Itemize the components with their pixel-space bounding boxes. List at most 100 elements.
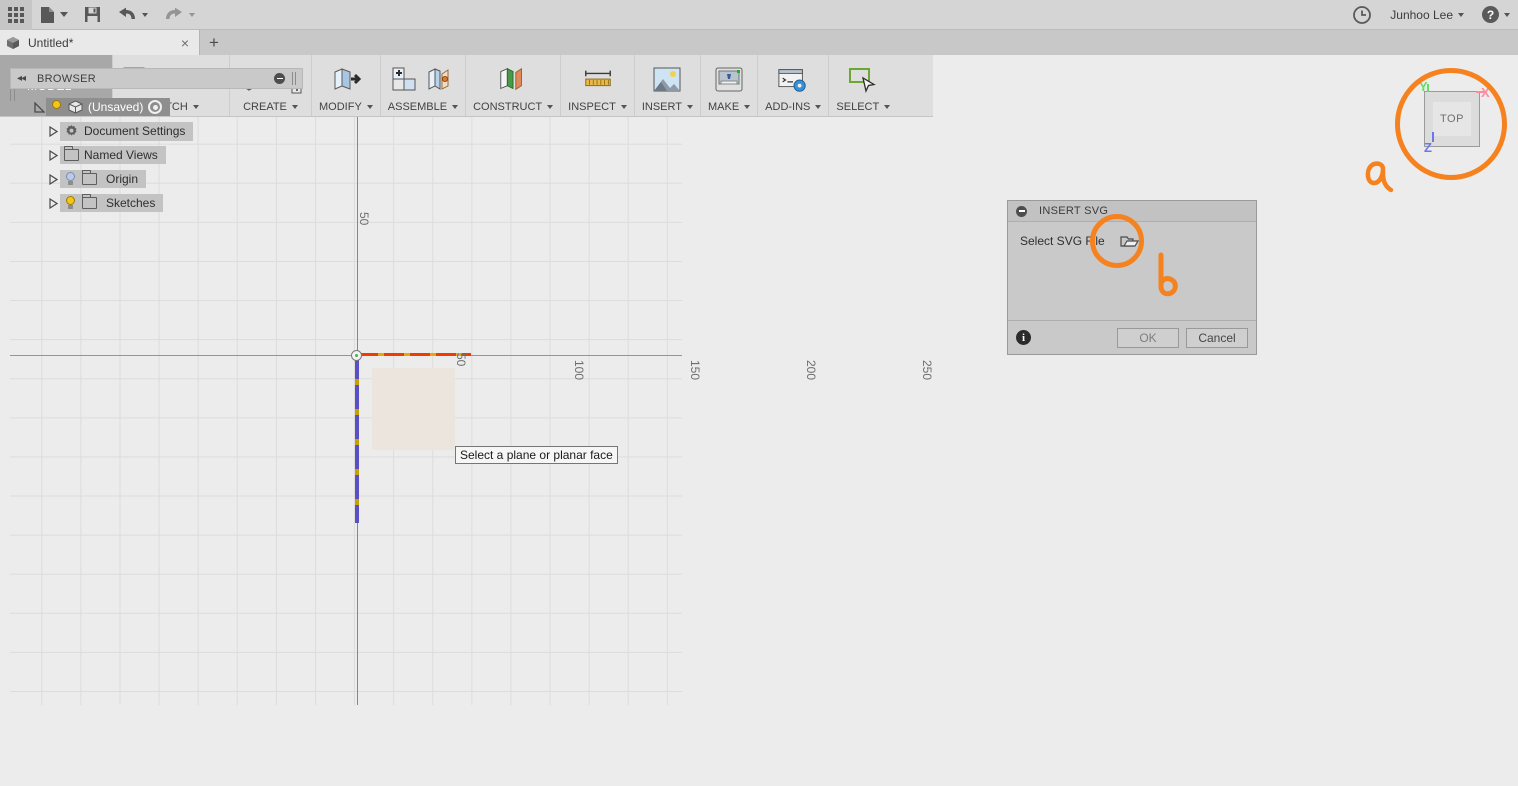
tree-row-named-views[interactable]: Named Views xyxy=(10,143,303,167)
ribbon-group-label-assemble[interactable]: ASSEMBLE xyxy=(388,101,459,114)
origin-point[interactable] xyxy=(351,350,362,361)
ribbon-group-assemble: ASSEMBLE xyxy=(379,55,465,116)
ribbon-group-modify: MODIFY xyxy=(311,55,380,116)
group-icons xyxy=(497,58,529,101)
tree-row-document-settings[interactable]: Document Settings xyxy=(10,119,303,143)
target-icon[interactable] xyxy=(148,100,163,114)
resize-grip-icon[interactable] xyxy=(292,72,296,85)
scripts-addins-button[interactable] xyxy=(777,64,809,96)
chevron-down-icon xyxy=(1504,12,1510,17)
tree-row-sketches[interactable]: Sketches xyxy=(10,191,303,215)
axis-tick-label: 100 xyxy=(572,360,586,381)
gear-icon xyxy=(66,124,77,136)
3d-print-button[interactable] xyxy=(713,64,745,96)
bulb-on-icon[interactable] xyxy=(50,100,63,114)
ribbon-group-label-addins[interactable]: ADD-INS xyxy=(765,101,822,114)
save-icon xyxy=(85,7,100,22)
new-tab-button[interactable]: + xyxy=(200,30,228,55)
offset-plane-icon xyxy=(500,67,523,90)
save-button[interactable] xyxy=(76,0,109,30)
tree-row-unsaved[interactable]: (Unsaved) xyxy=(10,95,303,119)
ribbon-group-addins: ADD-INS xyxy=(757,55,828,116)
ribbon-group-label-insert[interactable]: INSERT xyxy=(642,101,693,114)
tree-item-origin[interactable]: Origin xyxy=(60,170,147,188)
expand-triangle-icon[interactable] xyxy=(46,167,60,191)
history-button[interactable] xyxy=(1344,0,1380,30)
plane-preview-highlight[interactable] xyxy=(372,368,455,450)
z-axis-highlight xyxy=(355,355,359,523)
ribbon-group-label-inspect[interactable]: INSPECT xyxy=(568,101,627,114)
ribbon-group-label-make[interactable]: MAKE xyxy=(708,101,751,114)
dialog-title: INSERT SVG xyxy=(1039,205,1109,217)
insert-image-button[interactable] xyxy=(651,64,683,96)
ok-button[interactable]: OK xyxy=(1117,327,1179,348)
3d-print-icon xyxy=(715,67,743,91)
chevron-down-icon xyxy=(547,105,554,109)
ribbon-group-insert: INSERT xyxy=(633,55,700,116)
document-tab[interactable]: Untitled* × xyxy=(0,30,200,55)
tree-item-label: (Unsaved) xyxy=(88,100,144,114)
help-question-icon: ? xyxy=(1482,6,1499,23)
insert-svg-dialog: INSERT SVG Select SVG File i OK Cancel xyxy=(1007,200,1257,355)
user-name-label: Junhoo Lee xyxy=(1390,7,1453,22)
help-menu-button[interactable]: ? xyxy=(1474,0,1518,30)
expand-triangle-icon[interactable] xyxy=(32,95,46,119)
ribbon-group-label-select[interactable]: SELECT xyxy=(836,101,891,114)
group-icons xyxy=(330,58,362,101)
group-icons xyxy=(389,58,456,101)
measure-button[interactable] xyxy=(582,64,614,96)
close-icon[interactable]: × xyxy=(177,36,193,50)
user-menu-button[interactable]: Junhoo Lee xyxy=(1380,0,1474,30)
chevron-down-icon xyxy=(620,105,627,109)
new-document-button[interactable] xyxy=(32,0,76,30)
expand-triangle-icon[interactable] xyxy=(46,143,60,167)
cancel-button[interactable]: Cancel xyxy=(1186,327,1248,348)
redo-button[interactable] xyxy=(156,0,203,30)
bulb-off-icon[interactable] xyxy=(64,172,77,186)
ribbon-group-select: SELECT xyxy=(828,55,897,116)
double-left-arrow-icon[interactable]: ◂◂ xyxy=(17,73,26,84)
document-tab-bar: Untitled* × + xyxy=(0,30,1518,55)
ribbon-group-label-construct[interactable]: CONSTRUCT xyxy=(473,101,554,114)
tree-row-origin[interactable]: Origin xyxy=(10,167,303,191)
new-component-button[interactable] xyxy=(389,64,421,96)
app-grid-button[interactable] xyxy=(0,0,32,30)
browse-svg-file-button[interactable] xyxy=(1119,232,1141,250)
canvas-tooltip: Select a plane or planar face xyxy=(455,446,618,464)
tree-item-named-views[interactable]: Named Views xyxy=(60,146,166,164)
app-grid-icon xyxy=(8,6,24,23)
group-icons xyxy=(777,58,809,101)
browser-header: ◂◂ BROWSER xyxy=(10,68,303,89)
expand-triangle-icon[interactable] xyxy=(46,119,60,143)
clock-icon xyxy=(1353,5,1372,24)
tree-item-document-settings[interactable]: Document Settings xyxy=(60,121,194,141)
minus-circle-icon[interactable] xyxy=(274,73,285,84)
tree-item-label: Sketches xyxy=(106,196,156,210)
view-cube-face[interactable]: TOP xyxy=(1424,91,1480,147)
ribbon-group-label-modify[interactable]: MODIFY xyxy=(319,101,373,114)
select-button[interactable] xyxy=(847,64,879,96)
tree-item-sketches[interactable]: Sketches xyxy=(60,194,164,212)
folder-icon xyxy=(63,146,79,161)
offset-plane-button[interactable] xyxy=(497,64,529,96)
dialog-title-bar[interactable]: INSERT SVG xyxy=(1008,201,1256,222)
browser-panel: ◂◂ BROWSER (Unsaved) Document Settings N… xyxy=(10,68,303,215)
tree-item-label: Document Settings xyxy=(84,124,186,138)
bulb-on-icon[interactable] xyxy=(64,196,77,210)
select-cursor-icon xyxy=(849,67,877,93)
undo-button[interactable] xyxy=(109,0,156,30)
minus-circle-icon[interactable] xyxy=(1016,205,1027,217)
tree-item-unsaved[interactable]: (Unsaved) xyxy=(46,98,171,116)
chevron-down-icon xyxy=(142,12,148,17)
view-cube[interactable]: TOP xyxy=(1424,91,1480,147)
view-cube-face-label: TOP xyxy=(1433,102,1471,136)
joint-button[interactable] xyxy=(424,64,456,96)
press-pull-button[interactable] xyxy=(330,64,362,96)
chevron-down-icon xyxy=(189,12,195,17)
expand-triangle-icon[interactable] xyxy=(46,191,60,215)
measure-icon xyxy=(584,70,611,86)
joint-icon xyxy=(428,67,449,90)
folder-icon xyxy=(81,194,97,209)
axis-tick-label: 200 xyxy=(804,360,818,381)
info-icon[interactable]: i xyxy=(1016,330,1031,345)
